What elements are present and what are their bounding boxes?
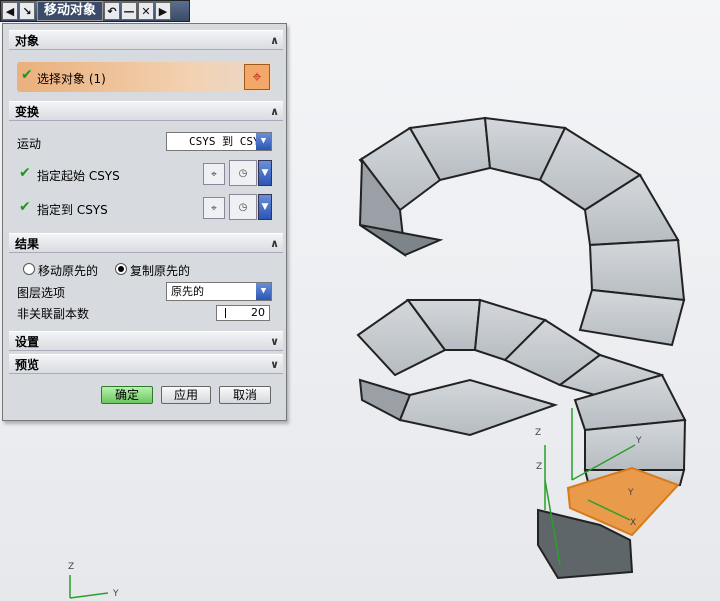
section-preview-title: 预览 <box>15 358 40 372</box>
dialog-title: 移动对象 <box>37 1 104 21</box>
motion-value: CSYS 到 CSYS <box>189 135 267 148</box>
section-transform-title: 变换 <box>15 105 40 119</box>
chevron-down-icon[interactable]: ▼ <box>258 194 272 220</box>
undo-icon[interactable]: ↶ <box>104 2 121 20</box>
text-caret <box>225 308 226 318</box>
copies-count-input[interactable]: 20 <box>216 305 270 321</box>
inferred-csys-icon[interactable]: ◷ <box>229 194 257 220</box>
chevron-down-icon: ▼ <box>256 133 271 150</box>
inferred-csys-icon[interactable]: ◷ <box>229 160 257 186</box>
collapse-chevron-icon[interactable]: ∧ <box>270 31 279 51</box>
apply-button[interactable]: 应用 <box>161 386 211 404</box>
cancel-button[interactable]: 取消 <box>219 386 271 404</box>
minimize-icon[interactable]: — <box>121 2 138 20</box>
move-object-dialog: 对象 ∧ ✔ 选择对象 (1) ⌖ 变换 ∧ 运动 CSYS 到 CSYS ▼ … <box>2 23 287 421</box>
csys-dialog-icon[interactable]: ⌖ <box>203 197 225 219</box>
move-original-radio[interactable] <box>23 263 35 275</box>
copies-count-value: 20 <box>251 306 265 319</box>
csys-z-label: Z <box>535 428 542 438</box>
check-icon: ✔ <box>19 165 31 181</box>
corner-axis-y-label: Y <box>113 589 119 599</box>
section-result-header[interactable]: 结果 ∧ <box>9 233 283 253</box>
to-csys-label: 指定到 CSYS <box>37 203 108 217</box>
copy-original-label: 复制原先的 <box>130 264 191 278</box>
section-result-title: 结果 <box>15 237 40 251</box>
section-object-header[interactable]: 对象 ∧ <box>9 30 283 50</box>
chevron-down-icon[interactable]: ▼ <box>258 160 272 186</box>
chevron-down-icon: ▼ <box>256 283 271 300</box>
collapse-chevron-icon[interactable]: ∧ <box>270 234 279 254</box>
csys-z2-label: Z <box>536 462 543 472</box>
expand-chevron-icon[interactable]: ∨ <box>270 355 279 375</box>
ok-button[interactable]: 确定 <box>101 386 153 404</box>
csys-y-label: Y <box>636 436 642 446</box>
section-settings-title: 设置 <box>15 335 40 349</box>
close-icon[interactable]: ✕ <box>138 2 155 20</box>
layer-option-label: 图层选项 <box>17 286 66 300</box>
crosshair-select-button[interactable]: ⌖ <box>244 64 270 90</box>
csys-x-label: X <box>630 518 637 528</box>
dialog-titlebar: ◀ ↘ 移动对象 ↶ — ✕ ▶ <box>0 0 190 22</box>
section-settings-header[interactable]: 设置 ∨ <box>9 331 283 351</box>
check-icon: ✔ <box>21 67 33 83</box>
layer-option-value: 原先的 <box>171 285 204 298</box>
move-original-label: 移动原先的 <box>38 264 99 278</box>
forward-arrow-icon[interactable]: ▶ <box>155 2 172 20</box>
pin-arrow-icon[interactable]: ↘ <box>19 2 35 20</box>
back-arrow-icon[interactable]: ◀ <box>2 2 18 20</box>
corner-axis-z-label: Z <box>68 562 75 572</box>
select-object-label: 选择对象 (1) <box>37 72 106 86</box>
section-object-title: 对象 <box>15 34 40 48</box>
select-object-row[interactable]: ✔ 选择对象 (1) ⌖ <box>17 62 272 92</box>
csys-y2-label: Y <box>628 488 634 498</box>
csys-dialog-icon[interactable]: ⌖ <box>203 163 225 185</box>
start-csys-label: 指定起始 CSYS <box>37 169 120 183</box>
check-icon: ✔ <box>19 199 31 215</box>
layer-option-dropdown[interactable]: 原先的 ▼ <box>166 282 272 301</box>
copy-original-radio[interactable] <box>115 263 127 275</box>
motion-dropdown[interactable]: CSYS 到 CSYS ▼ <box>166 132 272 151</box>
copies-count-label: 非关联副本数 <box>17 307 90 321</box>
motion-label: 运动 <box>17 137 42 151</box>
collapse-chevron-icon[interactable]: ∧ <box>270 102 279 122</box>
section-preview-header[interactable]: 预览 ∨ <box>9 354 283 374</box>
section-transform-header[interactable]: 变换 ∧ <box>9 101 283 121</box>
expand-chevron-icon[interactable]: ∨ <box>270 332 279 352</box>
